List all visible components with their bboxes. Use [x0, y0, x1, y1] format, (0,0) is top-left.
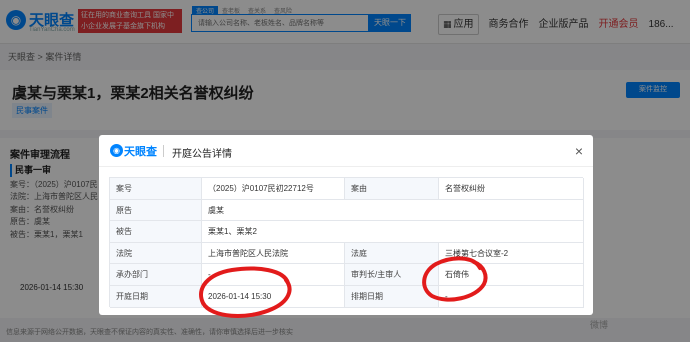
field-value-schedule-date: -: [439, 286, 584, 308]
modal-title: 开庭公告详情: [172, 149, 232, 160]
divider: [163, 145, 164, 157]
field-value-department: -: [202, 264, 345, 286]
table-row: 被告 栗某1、栗某2: [110, 221, 584, 243]
field-label-courtroom: 法庭: [345, 242, 439, 265]
field-value-court[interactable]: 上海市普陀区人民法院: [202, 242, 345, 265]
field-label-plaintiff: 原告: [110, 199, 202, 222]
table-row: 原告 虞某: [110, 199, 584, 222]
field-label-hearing-date: 开庭日期: [110, 286, 202, 308]
table-row: 法院 上海市普陀区人民法院 法庭 三楼第七合议室-2: [110, 242, 584, 265]
field-label-court: 法院: [110, 242, 202, 265]
field-value-presiding-judge: 石倚伟: [439, 264, 584, 286]
field-label-case-number: 案号: [110, 178, 202, 200]
close-button[interactable]: ×: [571, 143, 587, 159]
hearing-notice-modal: ◉ 天眼查 开庭公告详情 × 案号 （2025）沪0107民初22712号 案由…: [99, 135, 593, 315]
field-label-cause: 案由: [345, 178, 439, 200]
field-label-schedule-date: 排期日期: [345, 286, 439, 308]
modal-logo-text: 天眼查: [124, 146, 157, 158]
field-label-presiding-judge: 审判长/主审人: [345, 264, 439, 286]
table-row: 案号 （2025）沪0107民初22712号 案由 名誉权纠纷: [110, 178, 584, 200]
field-label-defendant: 被告: [110, 221, 202, 243]
modal-header: ◉ 天眼查 开庭公告详情 ×: [99, 135, 593, 167]
field-value-courtroom: 三楼第七合议室-2: [439, 242, 584, 265]
table-row: 承办部门 - 审判长/主审人 石倚伟: [110, 264, 584, 286]
field-value-cause: 名誉权纠纷: [439, 178, 584, 200]
close-icon: ×: [574, 143, 584, 159]
field-value-plaintiff[interactable]: 虞某: [202, 199, 584, 222]
field-value-case-number: （2025）沪0107民初22712号: [202, 178, 345, 200]
logo-eye-icon: ◉: [110, 144, 123, 157]
hearing-detail-table: 案号 （2025）沪0107民初22712号 案由 名誉权纠纷 原告 虞某 被告…: [109, 177, 584, 308]
field-value-hearing-date: 2026-01-14 15:30: [202, 286, 345, 308]
table-row: 开庭日期 2026-01-14 15:30 排期日期 -: [110, 286, 584, 308]
field-label-department: 承办部门: [110, 264, 202, 286]
field-value-defendant[interactable]: 栗某1、栗某2: [202, 221, 584, 243]
